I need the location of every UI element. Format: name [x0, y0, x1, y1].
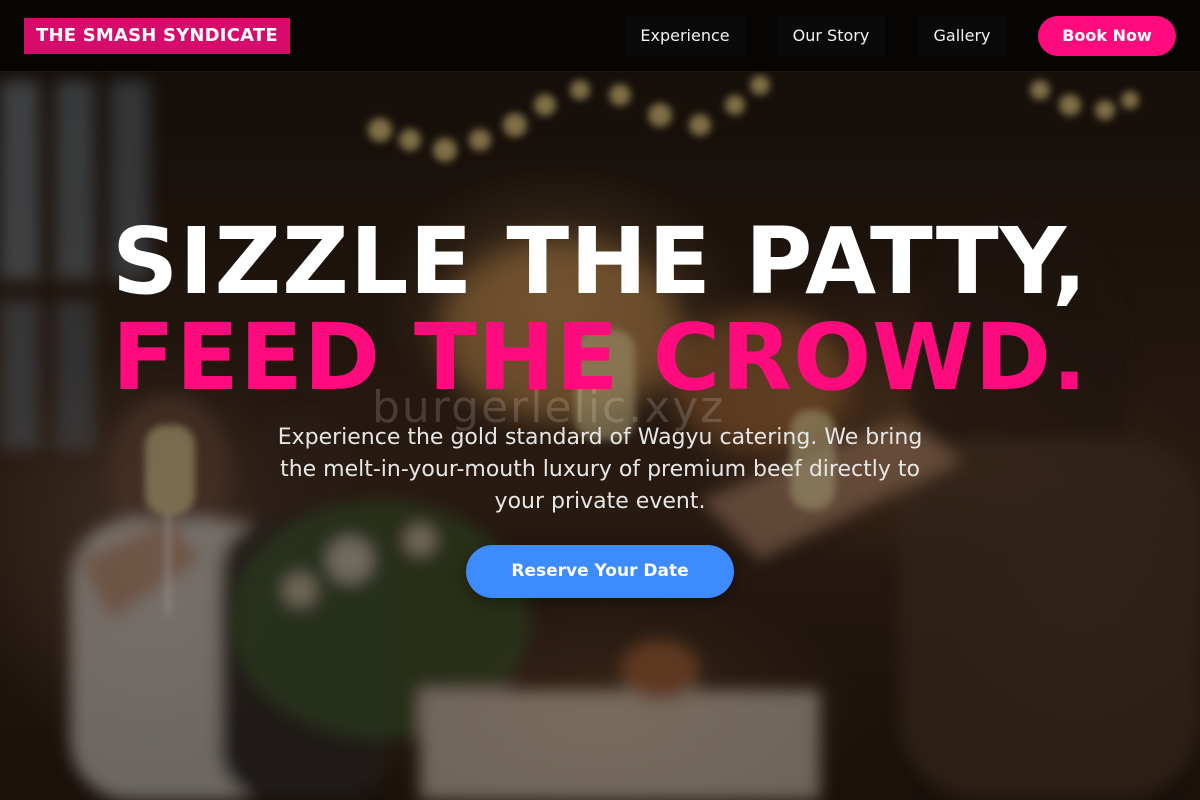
hero-section: SIZZLE THE PATTY, FEED THE CROWD. burger…: [0, 0, 1200, 800]
brand-logo[interactable]: THE SMASH SYNDICATE: [24, 18, 290, 54]
top-navbar: THE SMASH SYNDICATE Experience Our Story…: [0, 0, 1200, 72]
nav-link-gallery[interactable]: Gallery: [918, 16, 1006, 56]
hero-headline-line-1: SIZZLE THE PATTY,: [111, 208, 1089, 315]
reserve-date-button[interactable]: Reserve Your Date: [466, 545, 734, 598]
hero-description: Experience the gold standard of Wagyu ca…: [277, 425, 923, 514]
book-now-button[interactable]: Book Now: [1038, 16, 1176, 56]
nav-link-experience[interactable]: Experience: [625, 16, 745, 56]
nav-link-our-story[interactable]: Our Story: [777, 16, 885, 56]
